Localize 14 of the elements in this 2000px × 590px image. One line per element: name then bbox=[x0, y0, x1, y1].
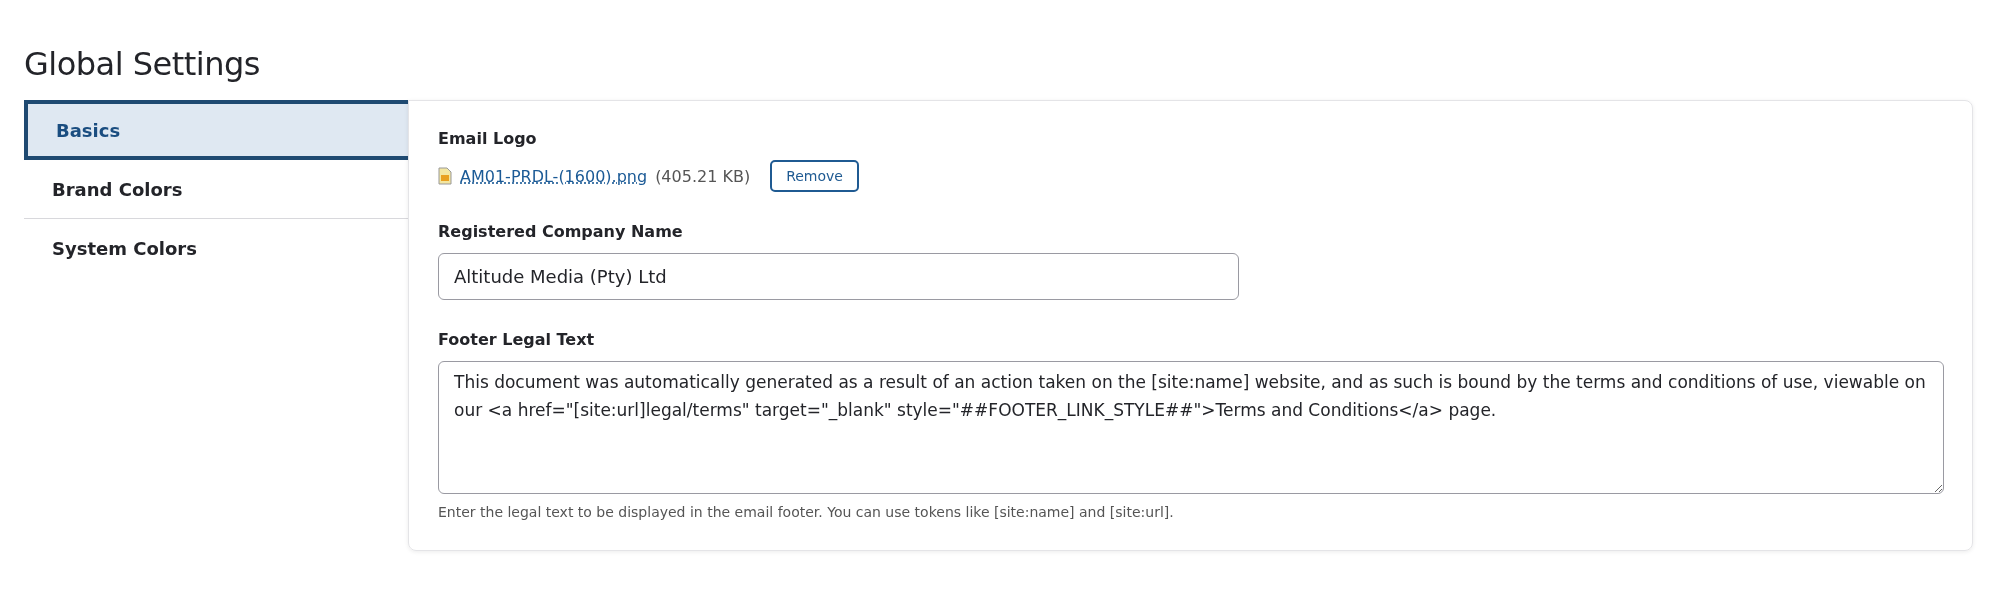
file-link[interactable]: AM01-PRDL-(1600).png bbox=[460, 166, 648, 186]
remove-button[interactable]: Remove bbox=[770, 160, 859, 192]
field-label: Registered Company Name bbox=[438, 222, 684, 241]
field-label: Email Logo bbox=[438, 129, 538, 148]
settings-tab[interactable]: Brand Colors bbox=[24, 160, 408, 219]
field-label: Footer Legal Text bbox=[438, 330, 596, 349]
help-text: Enter the legal text to be displayed in the email footer. You can use tokens like [site:name] and [site:url]. bbox=[438, 504, 1175, 520]
page-title: Global Settings bbox=[24, 44, 261, 84]
file-size: (405.21 KB) bbox=[655, 166, 751, 186]
image-file-icon bbox=[438, 167, 452, 185]
settings-tab[interactable]: System Colors bbox=[24, 219, 408, 277]
footer-text-field[interactable]: This document was automatically generated as a result of an action taken on the [site:name] website, and as such is bound by the terms and conditions of use, viewable on our <a href="[site:url]legal/terms" target="_blank" style="##FOOTER_LINK_STYLE##">Terms and Conditions</a> page. bbox=[438, 361, 1944, 494]
company-name-field[interactable]: Altitude Media (Pty) Ltd bbox=[438, 253, 1239, 300]
settings-tab[interactable]: Basics bbox=[24, 100, 408, 160]
